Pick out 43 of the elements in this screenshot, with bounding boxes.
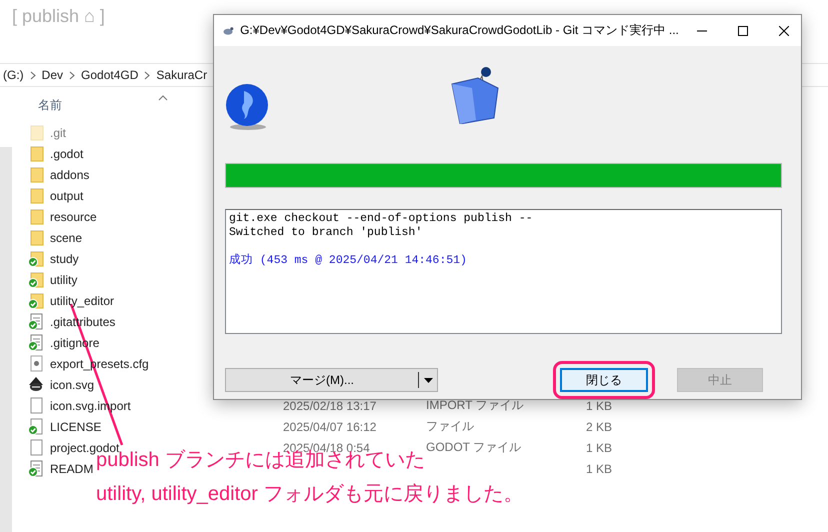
file-name[interactable]: scene bbox=[50, 230, 82, 244]
close-dialog-button[interactable]: 閉じる bbox=[560, 368, 648, 392]
breadcrumb-item[interactable]: Godot4GD bbox=[81, 68, 138, 82]
chevron-icon bbox=[69, 70, 76, 80]
file-size: 1 KB bbox=[586, 462, 612, 476]
chevron-icon bbox=[144, 70, 150, 80]
file-type: ファイル bbox=[426, 419, 474, 433]
file-date: 2025/04/07 16:12 bbox=[283, 420, 376, 434]
merge-button[interactable]: マージ(M)... bbox=[226, 372, 419, 388]
file-name[interactable]: utility bbox=[50, 272, 78, 286]
file-name[interactable]: LICENSE bbox=[50, 420, 102, 434]
file-size: 1 KB bbox=[586, 398, 612, 412]
navigation-scrollbar[interactable] bbox=[0, 147, 12, 532]
log-line: 成功 (453 ms @ 2025/04/21 14:46:51) bbox=[229, 254, 468, 268]
file-name[interactable]: icon.svg bbox=[50, 378, 94, 392]
file-name[interactable]: .godot bbox=[50, 146, 84, 160]
log-line: Switched to branch 'publish' bbox=[229, 226, 424, 240]
file-type: IMPORT ファイル bbox=[426, 398, 524, 412]
window-title: [ publish ⌂ ] bbox=[12, 6, 105, 27]
file-name[interactable]: resource bbox=[50, 210, 97, 224]
breadcrumb-item[interactable]: SakuraCr bbox=[156, 68, 208, 82]
file-name[interactable]: addons bbox=[50, 168, 90, 182]
annotation-text: utility, utility_editor フォルダも元に戻りました。 bbox=[96, 483, 524, 505]
file-size: 1 KB bbox=[586, 440, 612, 454]
breadcrumb-item[interactable]: Dev bbox=[42, 68, 64, 82]
sort-caret-icon bbox=[158, 95, 168, 101]
file-type: GODOT ファイル bbox=[426, 440, 522, 454]
chevron-icon bbox=[30, 70, 36, 80]
file-name[interactable]: READM bbox=[50, 462, 94, 476]
caret-icon bbox=[424, 378, 432, 382]
merge-split-button[interactable]: マージ(M)... bbox=[225, 368, 438, 392]
close-icon bbox=[778, 26, 789, 36]
file-name[interactable]: output bbox=[50, 188, 84, 202]
log-line: git.exe checkout --end-of-options publish -- bbox=[229, 212, 534, 226]
file-name[interactable]: study bbox=[50, 252, 79, 266]
maximize-icon bbox=[738, 26, 748, 36]
column-header[interactable]: 名前 bbox=[38, 97, 62, 114]
file-name[interactable]: .git bbox=[50, 126, 66, 140]
file-date: 2025/02/18 13:17 bbox=[283, 398, 376, 412]
file-size: 2 KB bbox=[586, 420, 612, 434]
breadcrumb-item[interactable]: (G:) bbox=[3, 68, 24, 82]
dialog-title: G:¥Dev¥Godot4GD¥SakuraCrowd¥SakuraCrowdGodotLib - Git コマンド実行中 ... bbox=[240, 22, 679, 39]
file-name[interactable]: utility_editor bbox=[50, 294, 114, 308]
